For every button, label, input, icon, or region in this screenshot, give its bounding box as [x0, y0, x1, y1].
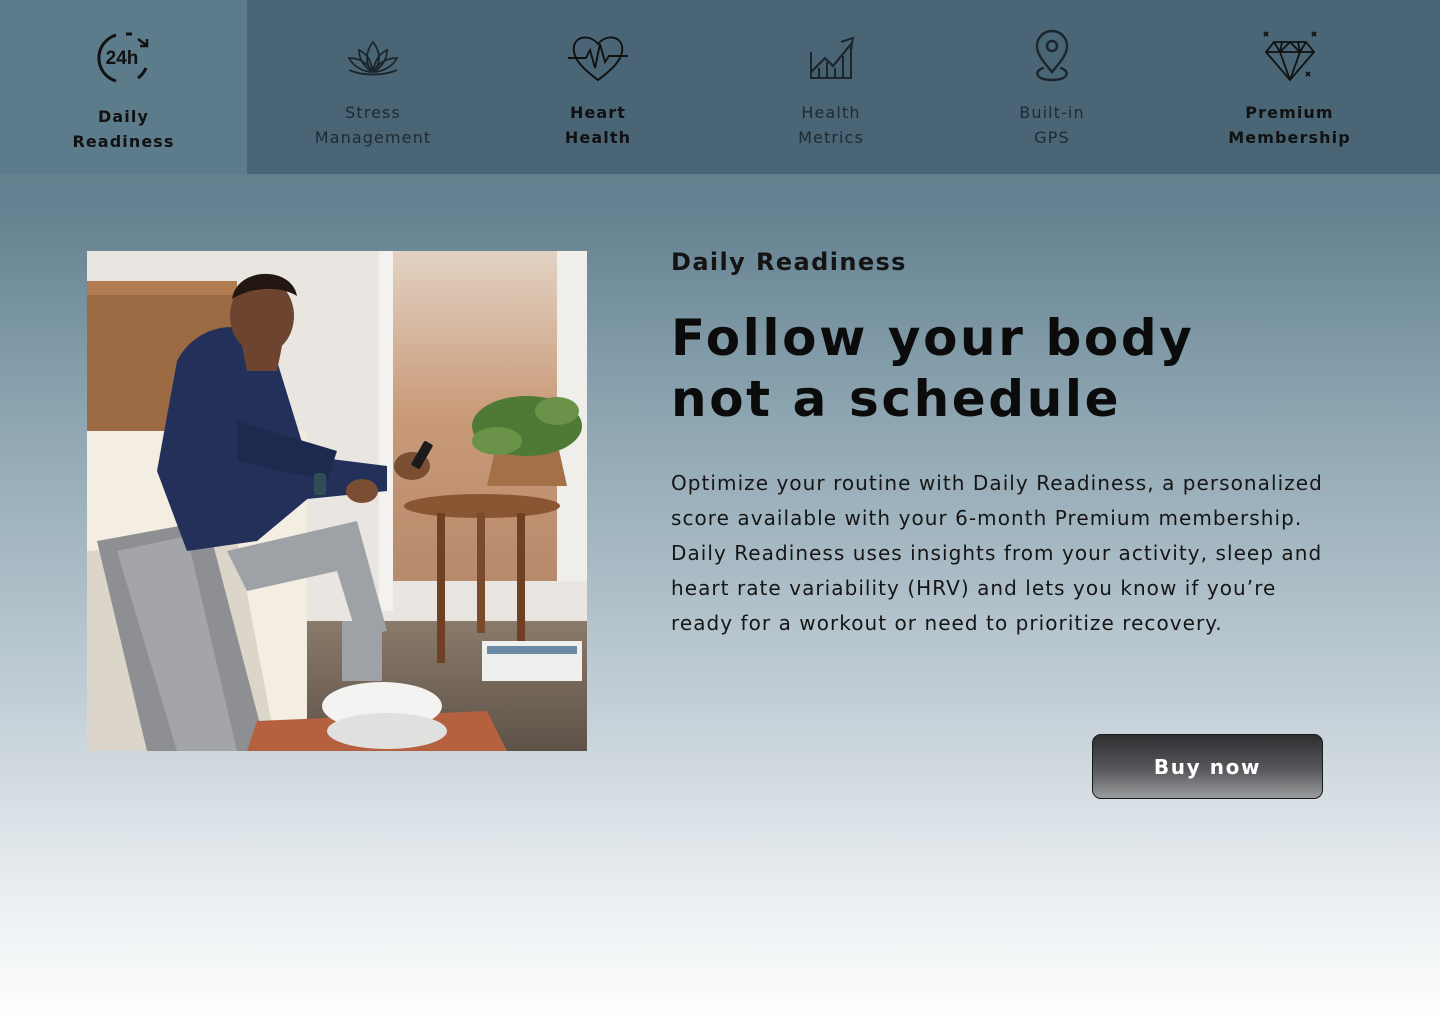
feature-description: Optimize your routine with Daily Readine… [671, 466, 1361, 641]
description-line: Daily Readiness uses insights from your … [671, 541, 1323, 565]
trend-chart-icon [801, 28, 861, 88]
tab-label: Daily Readiness [72, 107, 175, 151]
description-line: ready for a workout or need to prioritiz… [671, 611, 1223, 635]
buy-now-button[interactable]: Buy now [1092, 734, 1323, 799]
tab-label: Health Metrics [798, 103, 864, 147]
heart-pulse-icon [568, 28, 628, 88]
tab-built-in-gps[interactable]: Built-in GPS [965, 0, 1139, 174]
tab-label: Premium Membership [1228, 103, 1351, 147]
tab-daily-readiness[interactable]: 24h Daily Readiness [0, 0, 247, 174]
headline-line: not a schedule [671, 370, 1122, 428]
24h-cycle-icon: 24h [94, 28, 154, 88]
tab-heart-health[interactable]: Heart Health [499, 0, 697, 174]
tab-health-metrics[interactable]: Health Metrics [697, 0, 965, 174]
headline-line: Follow your body [671, 309, 1195, 367]
lotus-icon [343, 28, 403, 88]
description-line: Optimize your routine with Daily Readine… [671, 471, 1323, 495]
location-pin-icon [1022, 28, 1082, 88]
tab-label: Built-in GPS [1019, 103, 1085, 147]
description-line: score available with your 6-month Premiu… [671, 506, 1303, 530]
tab-stress-management[interactable]: Stress Management [247, 0, 499, 174]
diamond-icon [1260, 28, 1320, 88]
24h-icon-text: 24h [105, 48, 138, 69]
feature-eyebrow: Daily Readiness [671, 248, 907, 276]
feature-headline: Follow your body not a schedule [671, 308, 1311, 430]
tab-label: Heart Health [564, 103, 632, 147]
man-checking-phone-photo [87, 251, 587, 751]
tab-label: Stress Management [314, 103, 432, 147]
feature-tab-bar: 24h Daily Readiness Stress Management He… [0, 0, 1440, 174]
tab-premium-membership[interactable]: Premium Membership [1139, 0, 1440, 174]
description-line: heart rate variability (HRV) and lets yo… [671, 576, 1277, 600]
